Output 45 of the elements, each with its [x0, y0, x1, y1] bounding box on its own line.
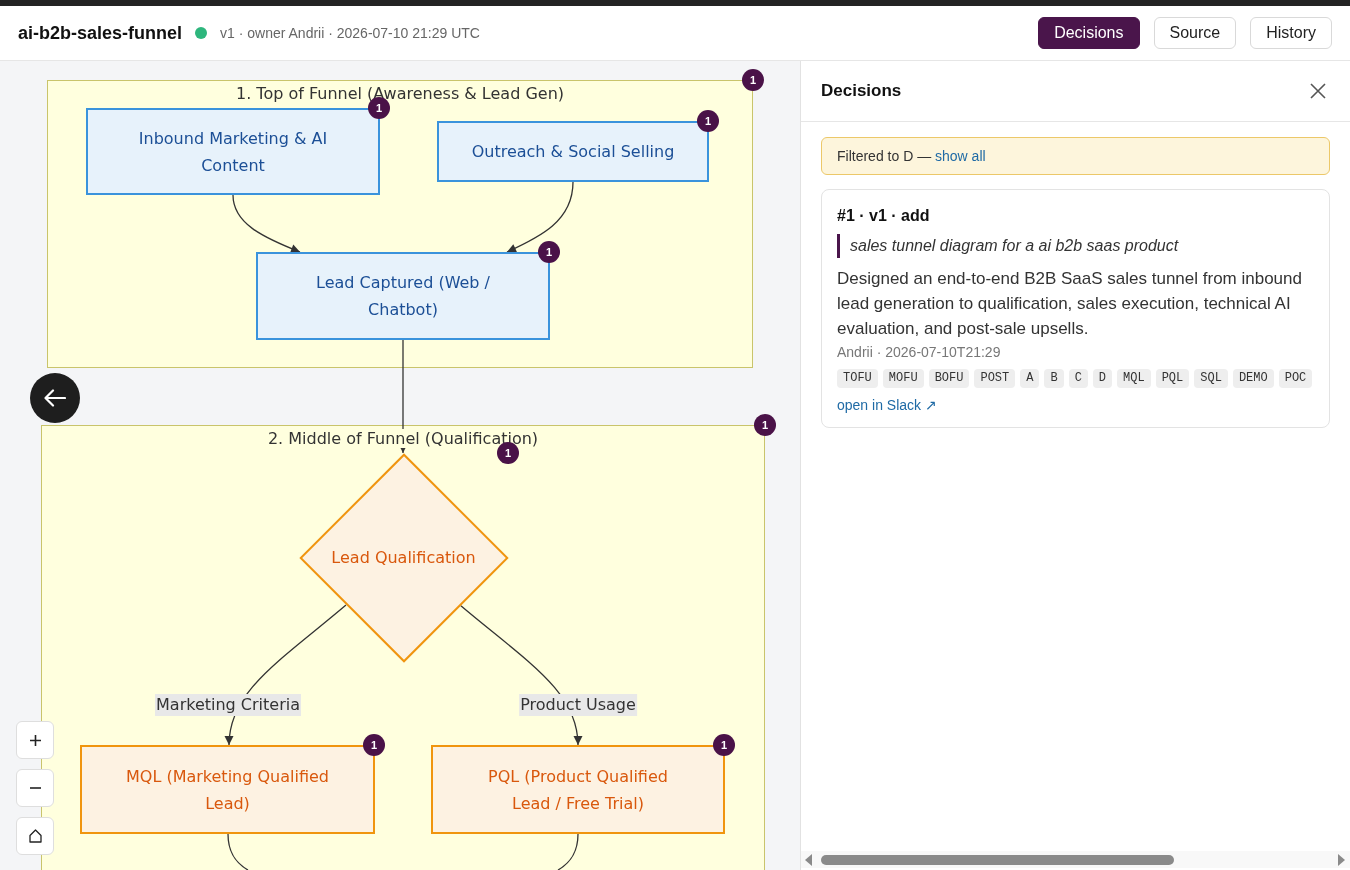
scrollbar-thumb[interactable] [821, 854, 1174, 865]
decision-summary: Designed an end-to-end B2B SaaS sales tunnel from inbound lead generation to qualification, sales execution, technical AI evaluation, and post-sale upsells. [837, 268, 1303, 340]
home-icon [28, 829, 42, 843]
show-all-link[interactable]: show all [935, 148, 986, 164]
filter-text: Filtered to D — show all [837, 148, 986, 164]
tag-chip[interactable]: D [1092, 369, 1113, 388]
tag-chip[interactable]: MQL [1117, 369, 1151, 388]
tag-chip[interactable]: POST [974, 369, 1016, 388]
view-toggle-button[interactable]: Decisions [1038, 17, 1140, 49]
connector-arrow [232, 194, 301, 253]
tag-chip[interactable]: POC [1278, 369, 1313, 388]
count-badge: 1 [742, 69, 764, 91]
tag-chip[interactable]: PQL [1155, 369, 1190, 388]
plus-icon [29, 734, 41, 746]
diagram-meta: v1 · owner Andrii · 2026-07-10 21:29 UTC [220, 25, 480, 41]
tag-chip[interactable]: DEMO [1232, 369, 1274, 388]
slack-link[interactable]: open in Slack ↗ [837, 395, 937, 415]
view-toggle-button[interactable]: Source [1153, 17, 1237, 49]
horizontal-scrollbar[interactable] [801, 851, 1350, 868]
scroll-left-icon[interactable] [805, 853, 812, 866]
tag-chip[interactable]: BOFU [928, 369, 970, 388]
reset-view-button[interactable] [16, 817, 54, 855]
close-icon [1310, 83, 1326, 99]
prompt-quote: sales tunnel diagram for a ai b2b saas product [837, 234, 1314, 258]
tag-chip[interactable]: B [1044, 369, 1064, 388]
zoom-in-button[interactable] [16, 721, 54, 759]
tag-chip[interactable]: SQL [1194, 369, 1228, 388]
scroll-right-icon[interactable] [1338, 853, 1345, 866]
count-badge: 1 [754, 414, 776, 436]
back-button[interactable] [30, 373, 80, 423]
tag-chip[interactable]: MOFU [882, 369, 924, 388]
edge-label: Marketing Criteria [155, 694, 301, 716]
view-toggle-button[interactable]: History [1250, 17, 1332, 49]
tag-chip[interactable]: C [1068, 369, 1088, 388]
tag-chip[interactable]: TOFU [837, 369, 878, 388]
diagram-title: ai-b2b-sales-funnel [18, 22, 183, 44]
minus-icon [29, 787, 41, 789]
tag-chip[interactable]: A [1020, 369, 1040, 388]
connector-line [557, 833, 579, 870]
edge-label: Product Usage [519, 694, 637, 716]
decision-meta: Andrii · 2026-07-10T21:29 [837, 343, 1002, 362]
connector-line [227, 833, 249, 870]
panel-title: Decisions [821, 81, 902, 101]
decision-heading: #1 · v1 · add [837, 206, 931, 226]
arrow-left-icon [44, 389, 66, 407]
